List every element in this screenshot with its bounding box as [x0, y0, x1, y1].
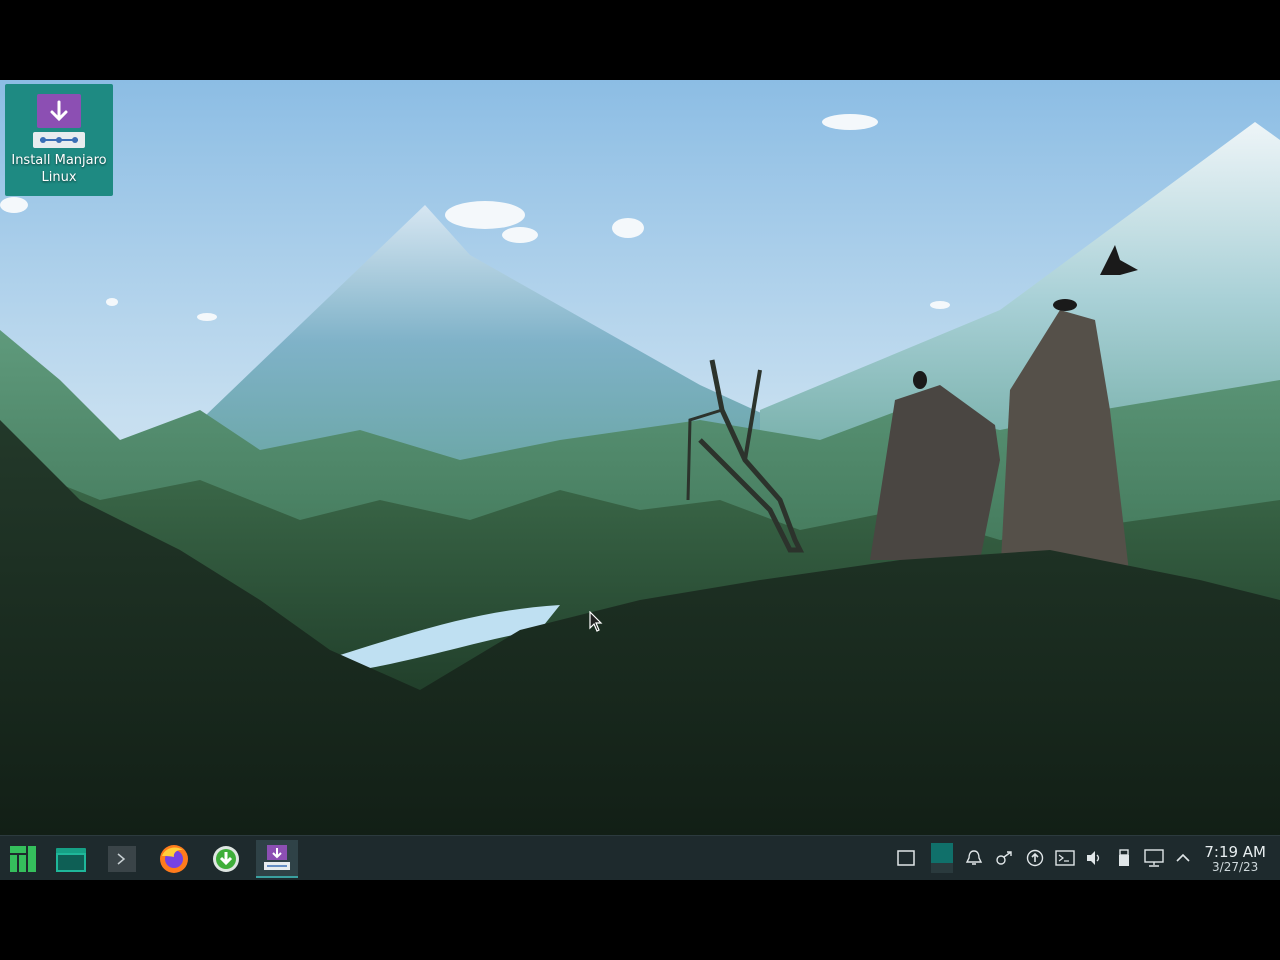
wallpaper	[0, 80, 1280, 835]
firefox-icon	[160, 845, 188, 873]
kde-connect-button[interactable]	[993, 847, 1015, 869]
virtual-desktop-icon	[931, 843, 953, 873]
show-desktop-button[interactable]	[895, 847, 917, 869]
installer-task-button[interactable]	[256, 840, 298, 878]
kde-connect-icon	[996, 851, 1012, 865]
network-button[interactable]	[1143, 847, 1165, 869]
desktop[interactable]: Install Manjaro Linux 7:19 AM 3/27/23	[0, 80, 1280, 880]
file-manager-button[interactable]	[50, 840, 92, 878]
folder-icon	[56, 848, 86, 872]
updates-icon	[1026, 849, 1044, 867]
clock-date: 3/27/23	[1212, 860, 1259, 874]
download-manager-button[interactable]	[205, 840, 247, 878]
expand-tray-icon	[1176, 853, 1190, 862]
installer-icon	[264, 845, 290, 870]
installer-icon	[33, 94, 85, 148]
download-icon	[213, 846, 239, 872]
desktop-icon-label: Install Manjaro Linux	[11, 153, 107, 185]
clock-time: 7:19 AM	[1204, 843, 1266, 861]
mouse-cursor-icon	[589, 611, 603, 632]
volume-icon	[1087, 851, 1100, 865]
taskbar: 7:19 AM 3/27/23	[0, 835, 1280, 880]
virtual-desktop-pager[interactable]	[930, 841, 954, 875]
application-menu-button[interactable]	[2, 840, 44, 878]
show-desktop-icon	[897, 850, 915, 866]
volume-button[interactable]	[1083, 847, 1105, 869]
notifications-icon	[965, 850, 983, 865]
digital-clock[interactable]: 7:19 AM 3/27/23	[1204, 844, 1266, 874]
updates-button[interactable]	[1024, 847, 1046, 869]
konsole-button[interactable]	[1054, 847, 1076, 869]
firefox-button[interactable]	[153, 840, 195, 878]
usb-devices-button[interactable]	[1113, 847, 1135, 869]
usb-icon	[1119, 849, 1129, 866]
konsole-icon	[1055, 850, 1075, 866]
notifications-button[interactable]	[963, 847, 985, 869]
manjaro-logo-icon	[10, 846, 36, 872]
terminal-icon	[108, 846, 136, 872]
network-icon	[1144, 849, 1164, 867]
terminal-button[interactable]	[101, 840, 143, 878]
install-manjaro-desktop-icon[interactable]: Install Manjaro Linux	[5, 84, 113, 196]
expand-tray-button[interactable]	[1172, 847, 1194, 869]
